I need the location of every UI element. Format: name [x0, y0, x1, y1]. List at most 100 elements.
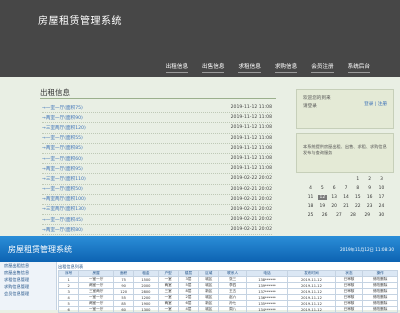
listing-item[interactable]: →两室两厅(面积100) 2019-02-21 20:02 [42, 195, 272, 205]
listing-item[interactable]: →一室一厅(面积50) 2019-02-21 20:02 [42, 185, 272, 195]
listing-title[interactable]: →两室一厅(面积80) [42, 227, 83, 233]
listing-item[interactable]: →三室两厅(面积130) 2019-02-21 20:02 [42, 205, 272, 216]
listing-date: 2019-02-21 20:02 [230, 206, 272, 212]
listing-date: 2019-11-12 11:08 [230, 135, 272, 141]
login-welcome: 欢迎您的到来 [303, 96, 331, 101]
calendar-day[interactable]: 18 [306, 204, 315, 209]
calendar: 1 2 3 4 5 6 7 8 9 10 11 12 13 14 15 16 17 18 19 20 21 22 23 24 2… [306, 175, 386, 235]
calendar-day[interactable]: 24 [377, 204, 386, 209]
listing-item[interactable]: →一室一厅(面积75) 2019-11-12 11:08 [42, 103, 272, 114]
main-nav: 出租信息 出售信息 求租信息 求购信息 会员注册 系统后台 [165, 62, 370, 73]
calendar-day[interactable]: 5 [318, 186, 327, 191]
site-header: 房屋租赁管理系统 出租信息 出售信息 求租信息 求购信息 会员注册 系统后台 [0, 0, 400, 77]
listing-title[interactable]: →两室两厅(面积100) [42, 196, 86, 202]
listing-item[interactable]: →三室两厅(面积120) 2019-11-12 11:08 [42, 123, 272, 134]
admin-title-bar: 房屋租赁管理系统 2019年11月12日 11:08:30 [0, 236, 400, 262]
listing-item[interactable]: →一室一厅(面积45) 2019-02-21 20:02 [42, 215, 272, 226]
calendar-day[interactable]: 11 [306, 195, 315, 200]
listing-title[interactable]: →一室一厅(面积60) [42, 156, 83, 162]
login-box: 欢迎您的到来 请登录 登录 | 注册 [296, 89, 394, 129]
listing-title[interactable]: →三室两厅(面积130) [42, 206, 86, 212]
listing-date: 2019-02-21 20:02 [230, 196, 272, 202]
notice-text: 本系统提供房屋出租、出售、求租、求购信息发布与查询服务 [303, 144, 387, 155]
calendar-day[interactable]: 3 [377, 177, 386, 182]
calendar-day[interactable]: 8 [353, 186, 362, 191]
listing-item[interactable]: →两室一厅(面积85) 2019-11-12 11:08 [42, 144, 272, 154]
listing-item[interactable]: →一室一厅(面积60) 2019-11-12 11:08 [42, 154, 272, 165]
listing-title[interactable]: →一室一厅(面积75) [42, 105, 83, 111]
calendar-day[interactable]: 6 [330, 186, 339, 191]
listing-item[interactable]: →一室一厅(面积55) 2019-11-12 11:08 [42, 134, 272, 144]
calendar-day[interactable]: 19 [318, 204, 327, 209]
nav-item-sale[interactable]: 出售信息 [202, 62, 225, 73]
calendar-day[interactable]: 28 [349, 213, 358, 218]
admin-sidebar-item[interactable]: 求租信息管理 [0, 276, 56, 283]
admin-sidebar-item[interactable]: 房屋出租信息 [0, 262, 56, 269]
listing-title[interactable]: →一室一厅(面积55) [42, 135, 83, 141]
listing-item[interactable]: →三室一厅(面积110) 2019-02-22 20:02 [42, 174, 272, 185]
listing-date: 2019-11-12 11:08 [230, 105, 272, 111]
calendar-day[interactable]: 30 [377, 213, 386, 218]
listing-date: 2019-11-12 11:08 [230, 115, 272, 121]
admin-sidebar-item[interactable]: 房屋出售信息 [0, 269, 56, 276]
calendar-day[interactable]: 17 [377, 195, 386, 200]
login-prompt: 请登录 [303, 104, 317, 109]
nav-item-rent-out[interactable]: 出租信息 [165, 62, 189, 73]
calendar-day[interactable]: 27 [334, 213, 343, 218]
calendar-day[interactable]: 22 [353, 204, 362, 209]
listing-title[interactable]: →两室一厅(面积95) [42, 166, 83, 172]
listing-item[interactable]: →两室一厅(面积80) 2019-02-21 20:02 [42, 225, 272, 236]
panel-title: 出租信息 [40, 88, 70, 97]
admin-main: 出租信息列表 序号 房屋 面积 租金 户型 楼层 区域 联系人 电话 发布时间 状态 操作 1 一室一厅 7… [57, 264, 398, 313]
calendar-day[interactable]: 25 [306, 213, 315, 218]
listing-date: 2019-11-12 11:08 [230, 156, 272, 162]
calendar-day[interactable]: 16 [365, 195, 374, 200]
admin-window: 房屋租赁管理系统 2019年11月12日 11:08:30 房屋出租信息 房屋出售… [0, 236, 400, 313]
calendar-week: 123 [306, 175, 386, 184]
listing-date: 2019-02-21 20:02 [230, 227, 272, 233]
calendar-day[interactable]: 21 [341, 204, 350, 209]
notice-box: 本系统提供房屋出租、出售、求租、求购信息发布与查询服务 [296, 133, 394, 173]
calendar-day[interactable]: 14 [341, 195, 350, 200]
calendar-day[interactable]: 1 [353, 177, 362, 182]
login-link[interactable]: 登录 | 注册 [364, 101, 387, 107]
calendar-day[interactable]: 23 [365, 204, 374, 209]
calendar-week: 11 12 13 14 15 16 17 [306, 193, 386, 202]
calendar-day[interactable]: 26 [320, 213, 329, 218]
listing-date: 2019-02-22 20:02 [230, 176, 272, 182]
listing-title[interactable]: →三室一厅(面积110) [42, 176, 86, 182]
calendar-day[interactable]: 20 [330, 204, 339, 209]
listing-title[interactable]: →两室一厅(面积85) [42, 145, 83, 151]
nav-item-register[interactable]: 会员注册 [311, 62, 334, 73]
calendar-day[interactable]: 12 [317, 195, 327, 200]
calendar-day[interactable]: 15 [353, 195, 362, 200]
calendar-week: 25 26 27 28 29 30 [306, 211, 386, 220]
listing-item[interactable]: →两室一厅(面积90) 2019-11-12 11:08 [42, 113, 272, 124]
calendar-week: 18 19 20 21 22 23 24 [306, 202, 386, 211]
listing-date: 2019-11-12 11:08 [230, 145, 272, 151]
listing-date: 2019-02-21 20:02 [230, 217, 272, 223]
listing-title[interactable]: →一室一厅(面积50) [42, 186, 83, 192]
admin-table: 序号 房屋 面积 租金 户型 楼层 区域 联系人 电话 发布时间 状态 操作 1 一室一厅 75 1500 一室… [57, 270, 398, 313]
admin-sidebar-item[interactable]: 会员信息管理 [0, 290, 56, 297]
listing-title[interactable]: →三室两厅(面积120) [42, 125, 86, 131]
calendar-day[interactable]: 9 [365, 186, 374, 191]
calendar-day[interactable]: 10 [377, 186, 386, 191]
listing-item[interactable]: →两室一厅(面积95) 2019-11-12 11:08 [42, 164, 272, 175]
listing-list: →一室一厅(面积75) 2019-11-12 11:08 →两室一厅(面积90) 20… [42, 103, 272, 236]
calendar-day[interactable]: 4 [306, 186, 315, 191]
listing-title[interactable]: →一室一厅(面积45) [42, 217, 83, 223]
calendar-day[interactable]: 7 [341, 186, 350, 191]
nav-item-want-buy[interactable]: 求购信息 [274, 62, 298, 73]
nav-item-admin[interactable]: 系统后台 [347, 62, 370, 73]
calendar-day[interactable]: 2 [365, 177, 374, 182]
listing-title[interactable]: →两室一厅(面积90) [42, 115, 83, 121]
nav-item-want-rent[interactable]: 求租信息 [238, 62, 261, 73]
admin-title: 房屋租赁管理系统 [8, 245, 72, 254]
admin-sidebar-item[interactable]: 求购信息管理 [0, 283, 56, 290]
listing-date: 2019-11-12 11:08 [230, 125, 272, 131]
calendar-day[interactable]: 13 [330, 195, 339, 200]
calendar-day[interactable]: 29 [363, 213, 372, 218]
main-content: 出租信息 →一室一厅(面积75) 2019-11-12 11:08 →两室一厅(面积… [26, 77, 394, 236]
admin-sidebar: 房屋出租信息 房屋出售信息 求租信息管理 求购信息管理 会员信息管理 [0, 262, 57, 310]
